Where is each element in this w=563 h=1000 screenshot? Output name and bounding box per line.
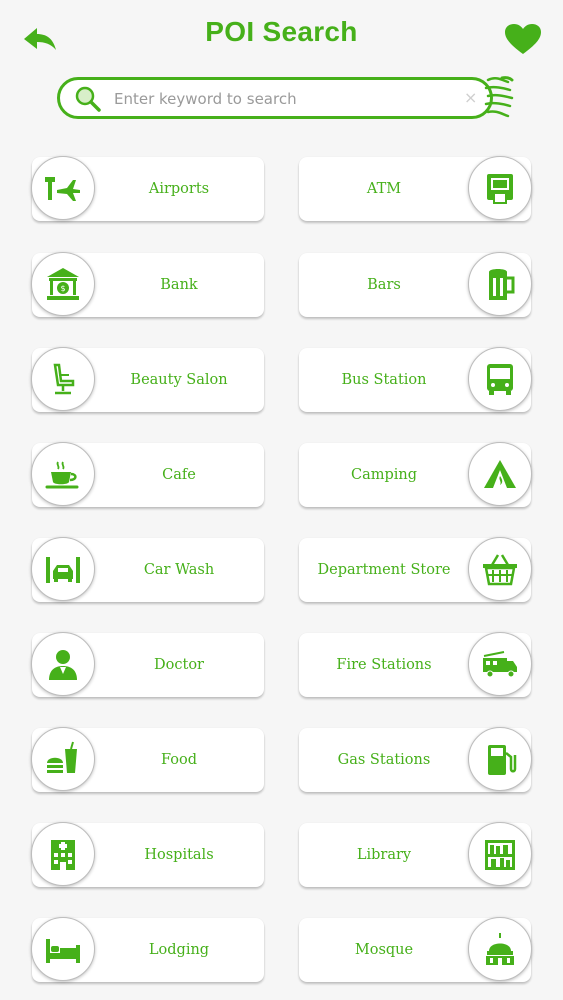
category-label: Cafe [162,466,196,483]
search-icon [75,86,101,112]
category-label: Doctor [154,656,204,673]
category-bank[interactable]: $ Bank [31,252,264,317]
category-label: Camping [350,466,418,483]
mosque-icon [468,917,532,981]
category-bars[interactable]: Bars [299,252,532,317]
category-label: Hospitals [144,846,214,863]
atm-icon [468,156,532,220]
fast-food-icon [31,727,95,791]
category-food[interactable]: Food [31,727,264,792]
category-atm[interactable]: ATM [299,156,532,221]
category-label: Library [356,846,412,863]
category-label: Fire Stations [336,656,432,673]
search-input[interactable] [112,86,456,112]
search-bar-decoration [484,76,514,118]
category-label: Lodging [148,941,210,958]
svg-text:$: $ [60,284,65,293]
category-bus-station[interactable]: Bus Station [299,347,532,412]
category-label: Airports [148,180,210,197]
airport-icon [31,156,95,220]
category-label: Bars [367,276,401,293]
fire-truck-icon [468,632,532,696]
bed-icon [31,917,95,981]
hospital-icon [31,822,95,886]
category-lodging[interactable]: Lodging [31,917,264,982]
doctor-icon [31,632,95,696]
coffee-cup-icon [31,442,95,506]
category-fire-stations[interactable]: Fire Stations [299,632,532,697]
page-title: POI Search [205,16,358,47]
category-mosque[interactable]: Mosque [299,917,532,982]
search-bar: × [57,76,514,119]
tent-icon [468,442,532,506]
category-label: Car Wash [143,561,215,578]
clear-icon[interactable]: × [464,88,477,107]
car-wash-icon [31,537,95,601]
category-beauty-salon[interactable]: Beauty Salon [31,347,264,412]
category-label: Gas Stations [337,751,431,768]
app-header: POI Search [0,0,563,75]
bank-icon: $ [31,252,95,316]
category-label: Department Store [317,561,451,578]
category-label: Bank [160,276,198,293]
category-label: Beauty Salon [130,371,228,388]
category-gas-stations[interactable]: Gas Stations [299,727,532,792]
category-label: ATM [366,180,402,197]
category-label: Food [160,751,197,768]
category-cafe[interactable]: Cafe [31,442,264,507]
category-hospitals[interactable]: Hospitals [31,822,264,887]
beer-mug-icon [468,252,532,316]
category-department-store[interactable]: Department Store [299,537,532,602]
category-label: Mosque [354,941,414,958]
bookshelf-icon [468,822,532,886]
bus-icon [468,347,532,411]
category-car-wash[interactable]: Car Wash [31,537,264,602]
category-doctor[interactable]: Doctor [31,632,264,697]
favorites-button[interactable] [503,22,543,56]
shopping-basket-icon [468,537,532,601]
heart-icon [505,24,541,54]
category-camping[interactable]: Camping [299,442,532,507]
category-library[interactable]: Library [299,822,532,887]
gas-pump-icon [468,727,532,791]
salon-chair-icon [31,347,95,411]
category-label: Bus Station [341,371,427,388]
category-airports[interactable]: Airports [31,156,264,221]
